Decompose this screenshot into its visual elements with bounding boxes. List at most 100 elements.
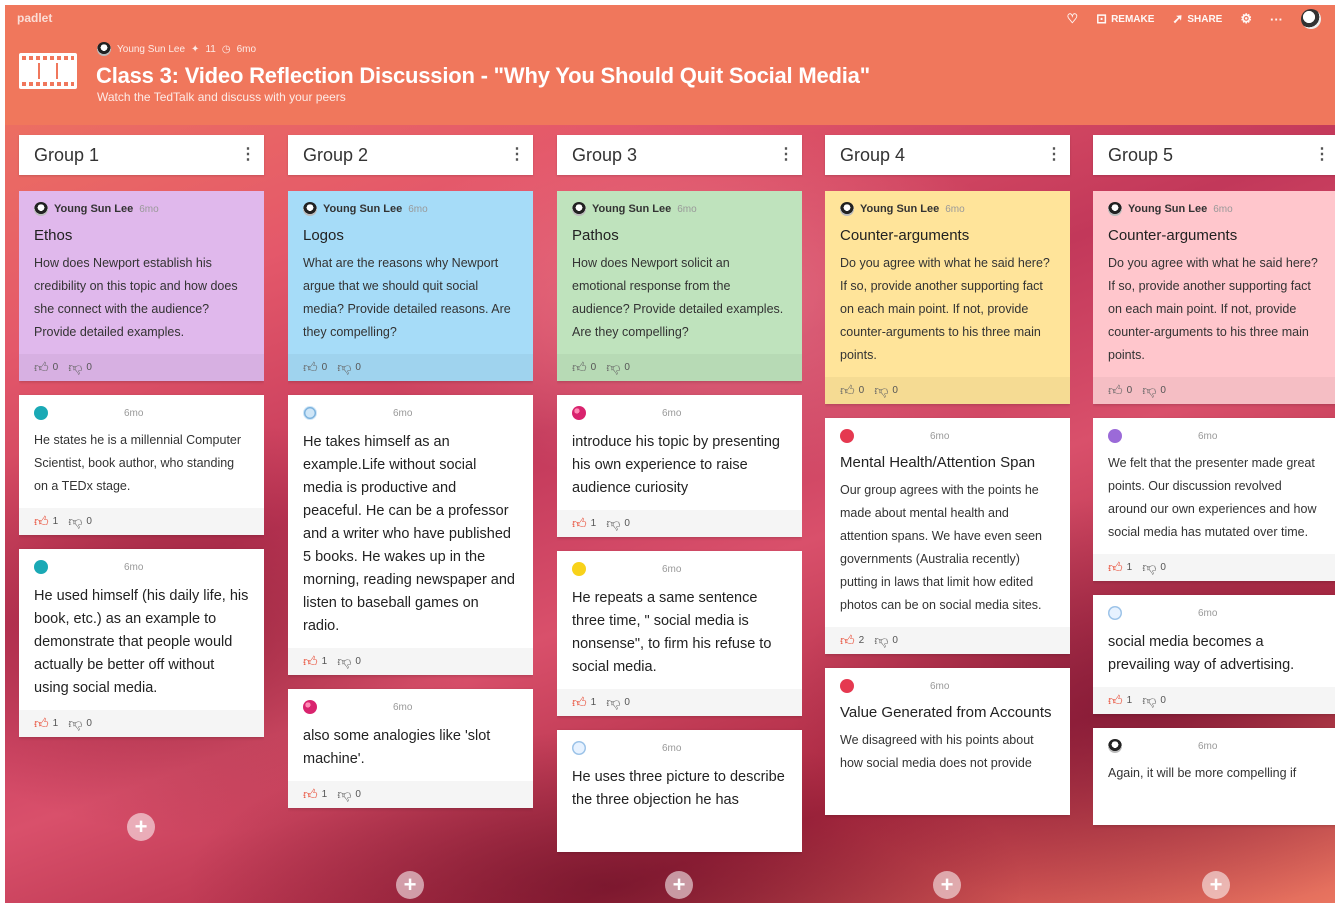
share-button[interactable]: ➚ SHARE — [1172, 11, 1222, 27]
post-reactions: 👍︎ 0 👎︎ 0 — [288, 354, 533, 381]
like-button[interactable]: 👍︎ 1 — [303, 786, 327, 803]
like-button[interactable]: 👍︎ 0 — [840, 382, 864, 399]
column-title[interactable]: Group 1 — [34, 145, 99, 166]
dislike-button[interactable]: 👎︎ 0 — [337, 653, 361, 670]
dislike-button[interactable]: 👎︎ 0 — [337, 359, 361, 376]
dislike-button[interactable]: 👎︎ 0 — [606, 515, 630, 532]
post-card[interactable]: 6mo social media becomes a prevailing way… — [1093, 595, 1335, 714]
brand-logo[interactable]: padlet — [17, 11, 52, 25]
post-card[interactable]: 6mo He used himself (his daily life, his … — [19, 549, 264, 737]
column-group-4: Group 4 ⋮ Young Sun Lee 6mo Counter-argument… — [825, 135, 1070, 871]
like-button[interactable]: 👍︎ 1 — [34, 513, 58, 530]
author-avatar — [840, 202, 854, 216]
post-time: 6mo — [139, 203, 159, 215]
board-age: 6mo — [236, 43, 257, 55]
author-avatar — [840, 679, 854, 693]
like-button[interactable]: 👍︎ 0 — [34, 359, 58, 376]
author-avatar — [1108, 606, 1122, 620]
post-card[interactable]: 6mo Value Generated from Accounts We disag… — [825, 668, 1070, 815]
post-card[interactable]: 6mo introduce his topic by presenting his… — [557, 395, 802, 537]
post-card[interactable]: 6mo He uses three picture to describe the… — [557, 730, 802, 852]
thumbs-down-icon: 👎︎ — [874, 632, 889, 648]
add-post-button[interactable]: + — [396, 871, 424, 899]
dislike-button[interactable]: 👎︎ 0 — [874, 632, 898, 649]
thumbs-down-icon: 👎︎ — [337, 786, 352, 802]
column-menu-icon[interactable]: ⋮ — [509, 147, 525, 163]
column-header: Group 4 ⋮ — [825, 135, 1070, 175]
column-title[interactable]: Group 3 — [572, 145, 637, 166]
like-count: 1 — [590, 518, 597, 529]
dislike-count: 0 — [86, 362, 92, 373]
dislike-button[interactable]: 👎︎ 0 — [606, 359, 630, 376]
column-title[interactable]: Group 5 — [1108, 145, 1173, 166]
column-header: Group 3 ⋮ — [557, 135, 802, 175]
column-menu-icon[interactable]: ⋮ — [240, 147, 256, 163]
post-card[interactable]: 6mo also some analogies like 'slot machin… — [288, 689, 533, 808]
post-header: 6mo — [1108, 738, 1323, 754]
post-card[interactable]: Young Sun Lee 6mo Counter-arguments Do you … — [1093, 191, 1335, 404]
like-button[interactable]: 👍︎ 1 — [34, 715, 58, 732]
like-count: 0 — [1126, 385, 1133, 396]
post-body: How does Newport solicit an emotional re… — [572, 256, 784, 339]
dislike-count: 0 — [1160, 695, 1166, 706]
remake-button[interactable]: ⊡ REMAKE — [1096, 11, 1154, 27]
column-title[interactable]: Group 2 — [303, 145, 368, 166]
post-card[interactable]: 6mo Again, it will be more compelling if — [1093, 728, 1335, 825]
post-card[interactable]: 6mo Mental Health/Attention Span Our group… — [825, 418, 1070, 654]
like-button[interactable]: 👍︎ 1 — [1108, 692, 1132, 709]
column-menu-icon[interactable]: ⋮ — [778, 147, 794, 163]
post-card[interactable]: 6mo He takes himself as an example.Life w… — [288, 395, 533, 675]
post-card[interactable]: 6mo We felt that the presenter made great… — [1093, 418, 1335, 581]
dislike-button[interactable]: 👎︎ 0 — [1142, 382, 1166, 399]
post-title: Counter-arguments — [1108, 227, 1238, 244]
like-button[interactable]: 👍︎ 0 — [1108, 382, 1132, 399]
dislike-button[interactable]: 👎︎ 0 — [68, 513, 92, 530]
more-icon[interactable]: ··· — [1270, 12, 1283, 27]
post-card[interactable]: Young Sun Lee 6mo Pathos How does Newport s… — [557, 191, 802, 381]
column-title[interactable]: Group 4 — [840, 145, 905, 166]
user-avatar[interactable] — [1301, 9, 1321, 29]
dislike-button[interactable]: 👎︎ 0 — [68, 359, 92, 376]
dislike-count: 0 — [1160, 385, 1166, 396]
post-card[interactable]: 6mo He repeats a same sentence three time… — [557, 551, 802, 716]
dislike-button[interactable]: 👎︎ 0 — [337, 786, 361, 803]
heart-icon[interactable]: ♡ — [1067, 11, 1079, 27]
dislike-button[interactable]: 👎︎ 0 — [874, 382, 898, 399]
post-body: He takes himself as an example.Life with… — [303, 434, 515, 634]
like-button[interactable]: 👍︎ 1 — [303, 653, 327, 670]
add-post-button[interactable]: + — [127, 813, 155, 841]
like-button[interactable]: 👍︎ 0 — [303, 359, 327, 376]
post-time: 6mo — [124, 561, 144, 573]
dislike-button[interactable]: 👎︎ 0 — [68, 715, 92, 732]
add-post-button[interactable]: + — [933, 871, 961, 899]
post-header: 6mo — [303, 699, 518, 715]
share-label: SHARE — [1187, 13, 1223, 25]
like-button[interactable]: 👍︎ 1 — [572, 515, 596, 532]
gear-icon[interactable]: ⚙ — [1240, 11, 1252, 27]
post-card[interactable]: Young Sun Lee 6mo Ethos How does Newport es… — [19, 191, 264, 381]
post-card[interactable]: 6mo He states he is a millennial Computer… — [19, 395, 264, 535]
post-body: Do you agree with what he said here? If … — [1108, 256, 1318, 362]
like-button[interactable]: 👍︎ 2 — [840, 632, 864, 649]
thumbs-down-icon: 👎︎ — [606, 694, 621, 710]
post-card[interactable]: Young Sun Lee 6mo Logos What are the reason… — [288, 191, 533, 381]
add-post-button[interactable]: + — [665, 871, 693, 899]
dislike-button[interactable]: 👎︎ 0 — [606, 694, 630, 711]
column-menu-icon[interactable]: ⋮ — [1314, 147, 1330, 163]
post-header: 6mo — [1108, 428, 1323, 444]
add-post-button[interactable]: + — [1202, 871, 1230, 899]
like-button[interactable]: 👍︎ 0 — [572, 359, 596, 376]
post-reactions: 👍︎ 1 👎︎ 0 — [288, 781, 533, 808]
post-body: We felt that the presenter made great po… — [1108, 456, 1317, 539]
post-card[interactable]: Young Sun Lee 6mo Counter-arguments Do you … — [825, 191, 1070, 404]
dislike-button[interactable]: 👎︎ 0 — [1142, 692, 1166, 709]
remake-label: REMAKE — [1111, 13, 1155, 25]
dislike-button[interactable]: 👎︎ 0 — [1142, 559, 1166, 576]
post-reactions: 👍︎ 1 👎︎ 0 — [19, 710, 264, 737]
like-button[interactable]: 👍︎ 1 — [572, 694, 596, 711]
thumbs-down-icon: 👎︎ — [68, 715, 83, 731]
column-menu-icon[interactable]: ⋮ — [1046, 147, 1062, 163]
like-count: 2 — [858, 635, 865, 646]
post-body: How does Newport establish his credibili… — [34, 256, 238, 339]
like-button[interactable]: 👍︎ 1 — [1108, 559, 1132, 576]
